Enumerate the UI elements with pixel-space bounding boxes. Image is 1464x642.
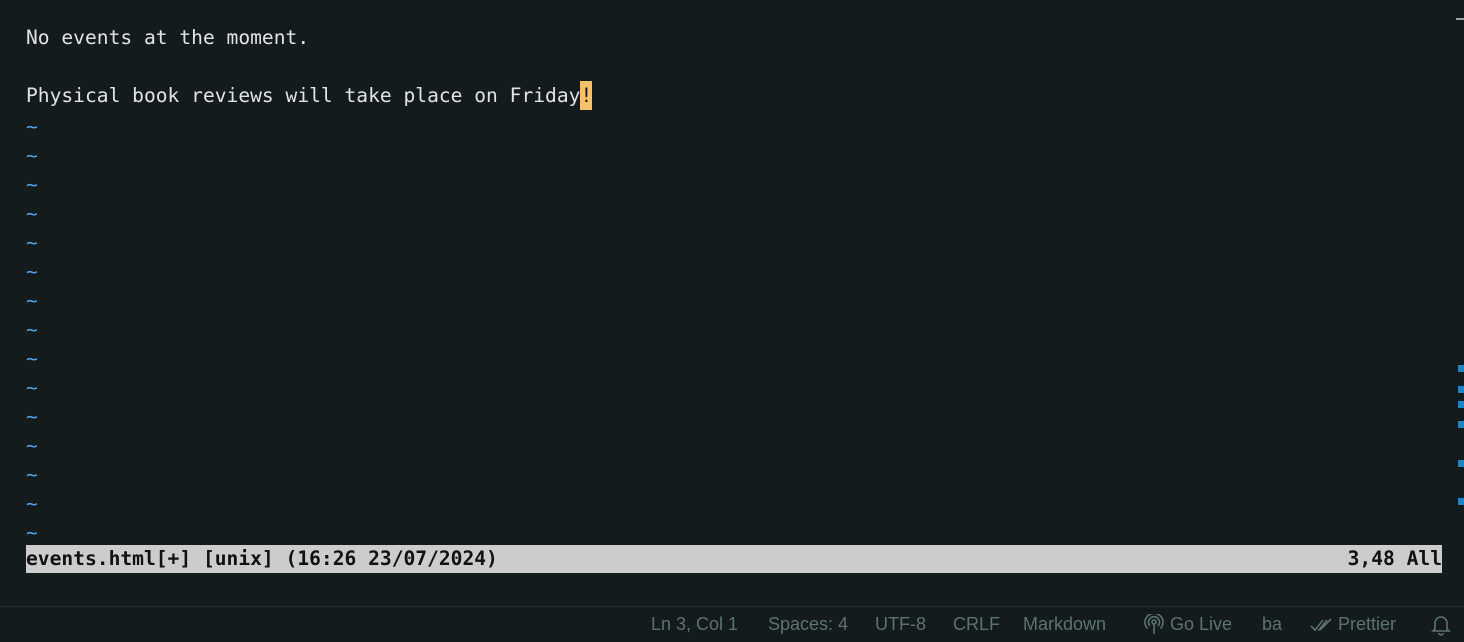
status-bar: Ln 3, Col 1 Spaces: 4 UTF-8 CRLF Markdow… (0, 606, 1464, 642)
empty-line-marker: ~ (26, 521, 38, 544)
cursor-position-item[interactable]: Ln 3, Col 1 (651, 607, 738, 642)
prettier-label: Prettier (1338, 614, 1397, 634)
empty-line-marker: ~ (26, 115, 38, 138)
prettier-button[interactable]: Prettier (1310, 607, 1396, 642)
vim-status-position: 3,48 All (1347, 547, 1442, 570)
empty-line-marker: ~ (26, 463, 38, 486)
notifications-button[interactable] (1431, 607, 1451, 642)
editor-line-1[interactable]: No events at the moment. (26, 23, 309, 52)
scrollbar-marker (1458, 498, 1464, 505)
empty-line-marker: ~ (26, 289, 38, 312)
text-cursor: ! (580, 81, 593, 110)
editor-line-3-text: Physical book reviews will take place on… (26, 84, 581, 107)
editor-pane[interactable]: No events at the moment. Physical book r… (0, 0, 1464, 606)
scrollbar-marker (1458, 365, 1464, 372)
empty-line-marker: ~ (26, 405, 38, 428)
broadcast-icon (1144, 613, 1164, 636)
bell-icon (1431, 614, 1451, 636)
scrollbar-marker (1458, 386, 1464, 393)
vim-status-line: events.html[+] [unix] (16:26 23/07/2024)… (26, 545, 1442, 573)
empty-line-marker: ~ (26, 144, 38, 167)
empty-line-marker: ~ (26, 376, 38, 399)
empty-line-marker: ~ (26, 173, 38, 196)
indentation-item[interactable]: Spaces: 4 (768, 607, 848, 642)
empty-line-marker: ~ (26, 318, 38, 341)
scrollbar-marker (1458, 460, 1464, 467)
empty-line-marker: ~ (26, 260, 38, 283)
encoding-item[interactable]: UTF-8 (875, 607, 926, 642)
vim-status-file-info: events.html[+] [unix] (16:26 23/07/2024) (26, 547, 498, 570)
scrollbar-marker (1458, 421, 1464, 428)
end-of-line-item[interactable]: CRLF (953, 607, 1000, 642)
empty-line-marker: ~ (26, 347, 38, 370)
scrollbar-markers[interactable] (1458, 360, 1464, 520)
ba-item[interactable]: ba (1262, 607, 1282, 642)
go-live-button[interactable]: Go Live (1144, 607, 1232, 642)
empty-line-marker: ~ (26, 231, 38, 254)
language-mode-item[interactable]: Markdown (1023, 607, 1106, 642)
go-live-label: Go Live (1170, 614, 1233, 634)
empty-line-marker: ~ (26, 202, 38, 225)
empty-line-marker: ~ (26, 434, 38, 457)
editor-line-3[interactable]: Physical book reviews will take place on… (26, 81, 593, 110)
empty-line-marker: ~ (26, 492, 38, 515)
scroll-indicator (1456, 18, 1464, 20)
scrollbar-marker (1458, 401, 1464, 408)
double-check-icon (1310, 616, 1332, 634)
